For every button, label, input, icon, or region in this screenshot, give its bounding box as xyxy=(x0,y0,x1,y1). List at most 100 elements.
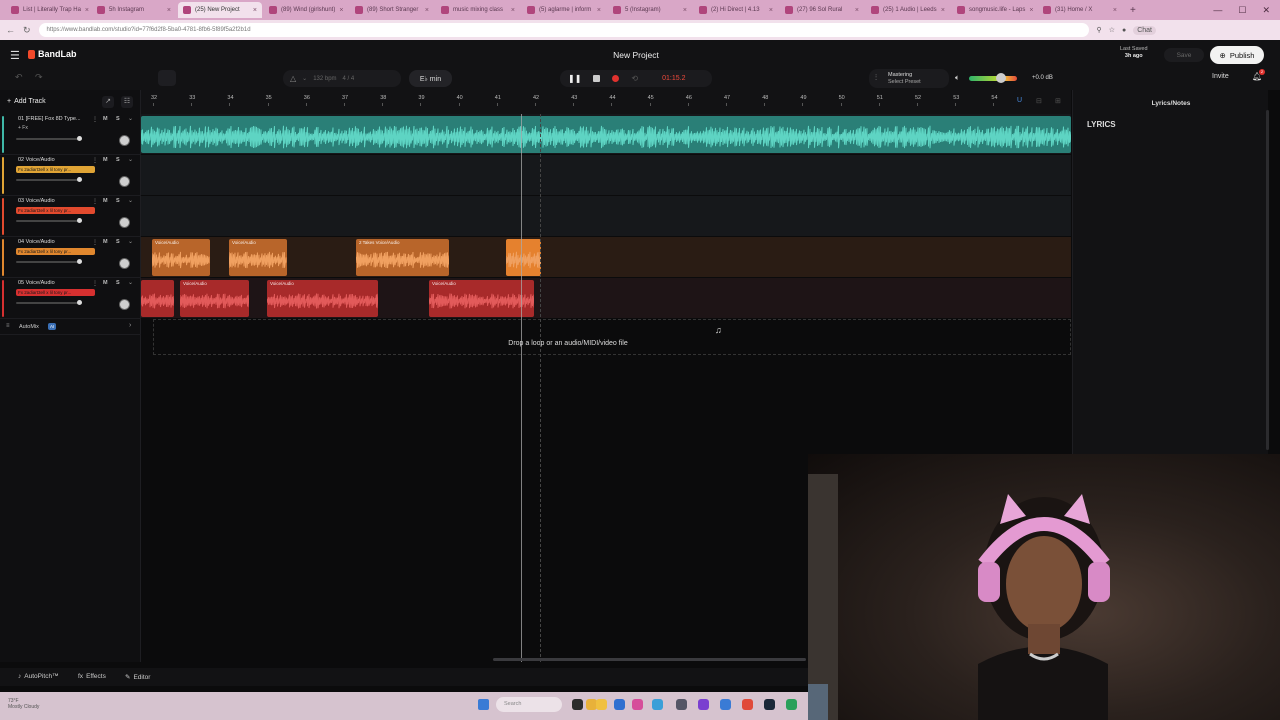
volume-fader[interactable] xyxy=(16,300,83,305)
chevron-down-icon[interactable]: ⌄ xyxy=(128,238,133,245)
close-tab-icon[interactable]: × xyxy=(1113,7,1117,14)
fx-chain-badge[interactable]: Fx 2adiart3ell x lil tony pr... xyxy=(16,207,95,214)
browser-tab[interactable]: (25) 1 Audio | Leeds × xyxy=(866,2,950,18)
mute-button[interactable]: M xyxy=(103,116,108,122)
menu-icon[interactable]: ☰ xyxy=(10,49,20,62)
close-tab-icon[interactable]: × xyxy=(511,7,515,14)
bandlab-logo[interactable]: BandLab xyxy=(28,49,77,59)
track-header[interactable]: 05 Voice/Audio ⋮ M S ⌄ Fx 2adiart3ell x lil t… xyxy=(0,278,141,319)
app-icon-2[interactable] xyxy=(652,699,663,710)
lyrics-heading[interactable]: LYRICS xyxy=(1087,120,1116,129)
weather-widget[interactable]: 73°F Mostly Cloudy xyxy=(8,698,39,710)
mute-button[interactable]: M xyxy=(103,280,108,286)
tools-button[interactable] xyxy=(158,70,176,86)
invite-button[interactable]: Invite xyxy=(1212,73,1229,80)
browser-tab[interactable]: 5 (Instagram) × xyxy=(608,2,692,18)
audio-region[interactable]: Voice/Audio xyxy=(429,280,534,317)
project-title[interactable]: New Project xyxy=(590,50,682,60)
volume-fader[interactable] xyxy=(16,136,83,141)
solo-button[interactable]: S xyxy=(116,157,120,163)
track-name[interactable]: 04 Voice/Audio xyxy=(18,239,88,245)
chevron-down-icon[interactable]: ⌄ xyxy=(128,115,133,122)
time-signature[interactable]: 4 / 4 xyxy=(343,76,355,82)
app-icon-1[interactable] xyxy=(632,699,643,710)
stop-icon[interactable] xyxy=(593,75,601,82)
back-icon[interactable]: ← xyxy=(6,25,15,35)
track-name[interactable]: 03 Voice/Audio xyxy=(18,198,88,204)
volume-fader[interactable] xyxy=(16,259,83,264)
track-options-icon[interactable]: ⋮ xyxy=(92,198,98,205)
browser-tab[interactable]: (31) Home / X × xyxy=(1038,2,1122,18)
zoom-in-icon[interactable]: ⊞ xyxy=(1055,97,1061,105)
master-volume-slider[interactable] xyxy=(969,73,1017,83)
close-tab-icon[interactable]: × xyxy=(769,7,773,14)
close-tab-icon[interactable]: × xyxy=(425,7,429,14)
timeline-ruler[interactable]: U ⊟ ⊞ 32 33 34 35 36 37 38 39 40 41 42 43 44 45 46 47 48… xyxy=(141,90,1071,114)
mute-button[interactable]: M xyxy=(103,198,108,204)
undo-icon[interactable]: ↶ xyxy=(15,72,23,83)
chat-button[interactable]: Chat xyxy=(1133,25,1156,35)
track-lane[interactable] xyxy=(141,114,1071,155)
redo-icon[interactable]: ↷ xyxy=(35,72,43,83)
pan-knob[interactable] xyxy=(119,217,130,228)
drop-zone[interactable]: ♫ xyxy=(153,319,1071,355)
fader-knob[interactable] xyxy=(77,136,83,141)
chevron-down-icon[interactable]: ⌄ xyxy=(128,156,133,163)
autopitch-button[interactable]: ♪ AutoPitch™ xyxy=(18,673,59,680)
bpm-value[interactable]: 132 bpm xyxy=(313,76,336,82)
url-field[interactable]: https://www.bandlab.com/studio?id=77f6d2… xyxy=(38,23,1089,37)
browser-tab[interactable]: songmusic.life - Laps × xyxy=(952,2,1036,18)
browser-tab[interactable]: List | Literally Trap Ha × xyxy=(6,2,90,18)
fader-knob[interactable] xyxy=(77,177,83,182)
volume-fader[interactable] xyxy=(16,177,83,182)
close-tab-icon[interactable]: × xyxy=(1029,7,1033,14)
audio-region[interactable]: Voice/Audio xyxy=(180,280,249,317)
bookmark-star-icon[interactable]: ☆ xyxy=(1109,26,1115,34)
volume-slider-knob[interactable] xyxy=(996,73,1007,83)
track-lane[interactable] xyxy=(141,155,1071,196)
playhead[interactable] xyxy=(521,114,522,662)
maximize-icon[interactable]: ☐ xyxy=(1238,5,1246,16)
fader-knob[interactable] xyxy=(77,300,83,305)
task-view-icon[interactable] xyxy=(572,699,583,710)
track-header[interactable]: 01 [FREE] Fox 8D Type... ⋮ M S ⌄ + Fx xyxy=(0,114,141,155)
metronome-icon[interactable]: △ xyxy=(290,74,296,83)
track-options-icon[interactable]: ⋮ xyxy=(92,116,98,123)
save-button[interactable]: Save xyxy=(1164,48,1204,62)
effects-button[interactable]: fx Effects xyxy=(78,673,106,680)
automix-row[interactable]: ≡ AutoMix AI › xyxy=(0,320,141,335)
audio-region[interactable] xyxy=(141,116,1071,153)
pan-knob[interactable] xyxy=(119,258,130,269)
track-name[interactable]: 02 Voice/Audio xyxy=(18,157,88,163)
track-options-icon[interactable]: ⋮ xyxy=(92,157,98,164)
chevron-down-icon[interactable]: ⌄ xyxy=(128,197,133,204)
solo-button[interactable]: S xyxy=(116,280,120,286)
browser-tab[interactable]: (25) New Project × xyxy=(178,2,262,18)
close-tab-icon[interactable]: × xyxy=(167,7,171,14)
pan-knob[interactable] xyxy=(119,176,130,187)
track-header[interactable]: 02 Voice/Audio ⋮ M S ⌄ Fx 2adiart3ell x lil t… xyxy=(0,155,141,196)
audio-region[interactable]: Voice/Audio xyxy=(267,280,378,317)
fx-chain-badge[interactable]: Fx 2adiart3ell x lil tony pr... xyxy=(16,166,95,173)
mixer-icon[interactable]: ☷ xyxy=(121,96,133,108)
taskbar-search[interactable]: Search xyxy=(496,697,562,712)
browser-tab[interactable]: (27) 96 Sol Rural × xyxy=(780,2,864,18)
fader-knob[interactable] xyxy=(77,218,83,223)
edge-icon[interactable] xyxy=(614,699,625,710)
new-tab-button[interactable]: + xyxy=(1124,5,1142,16)
browser-tab[interactable]: (89) Wind (girlshunt) × xyxy=(264,2,348,18)
magnet-icon[interactable]: U xyxy=(1017,97,1022,104)
chevron-right-icon[interactable]: › xyxy=(129,322,131,329)
fx-chain-badge[interactable]: Fx 2adiart3ell x lil tony pr... xyxy=(16,248,95,255)
mastering-button[interactable]: ⫶ Mastering Select Preset xyxy=(869,69,949,88)
close-tab-icon[interactable]: × xyxy=(683,7,687,14)
mute-button[interactable]: M xyxy=(103,157,108,163)
publish-button[interactable]: ⊕ Publish xyxy=(1210,46,1264,64)
browser-tab[interactable]: music mixing class × xyxy=(436,2,520,18)
browser-tab[interactable]: (89) Short Stranger × xyxy=(350,2,434,18)
close-tab-icon[interactable]: × xyxy=(253,7,257,14)
track-lane[interactable] xyxy=(141,196,1071,237)
extension-icon[interactable]: ⚲ xyxy=(1097,26,1102,34)
minimize-icon[interactable]: — xyxy=(1213,5,1222,16)
record-icon[interactable] xyxy=(612,75,620,82)
